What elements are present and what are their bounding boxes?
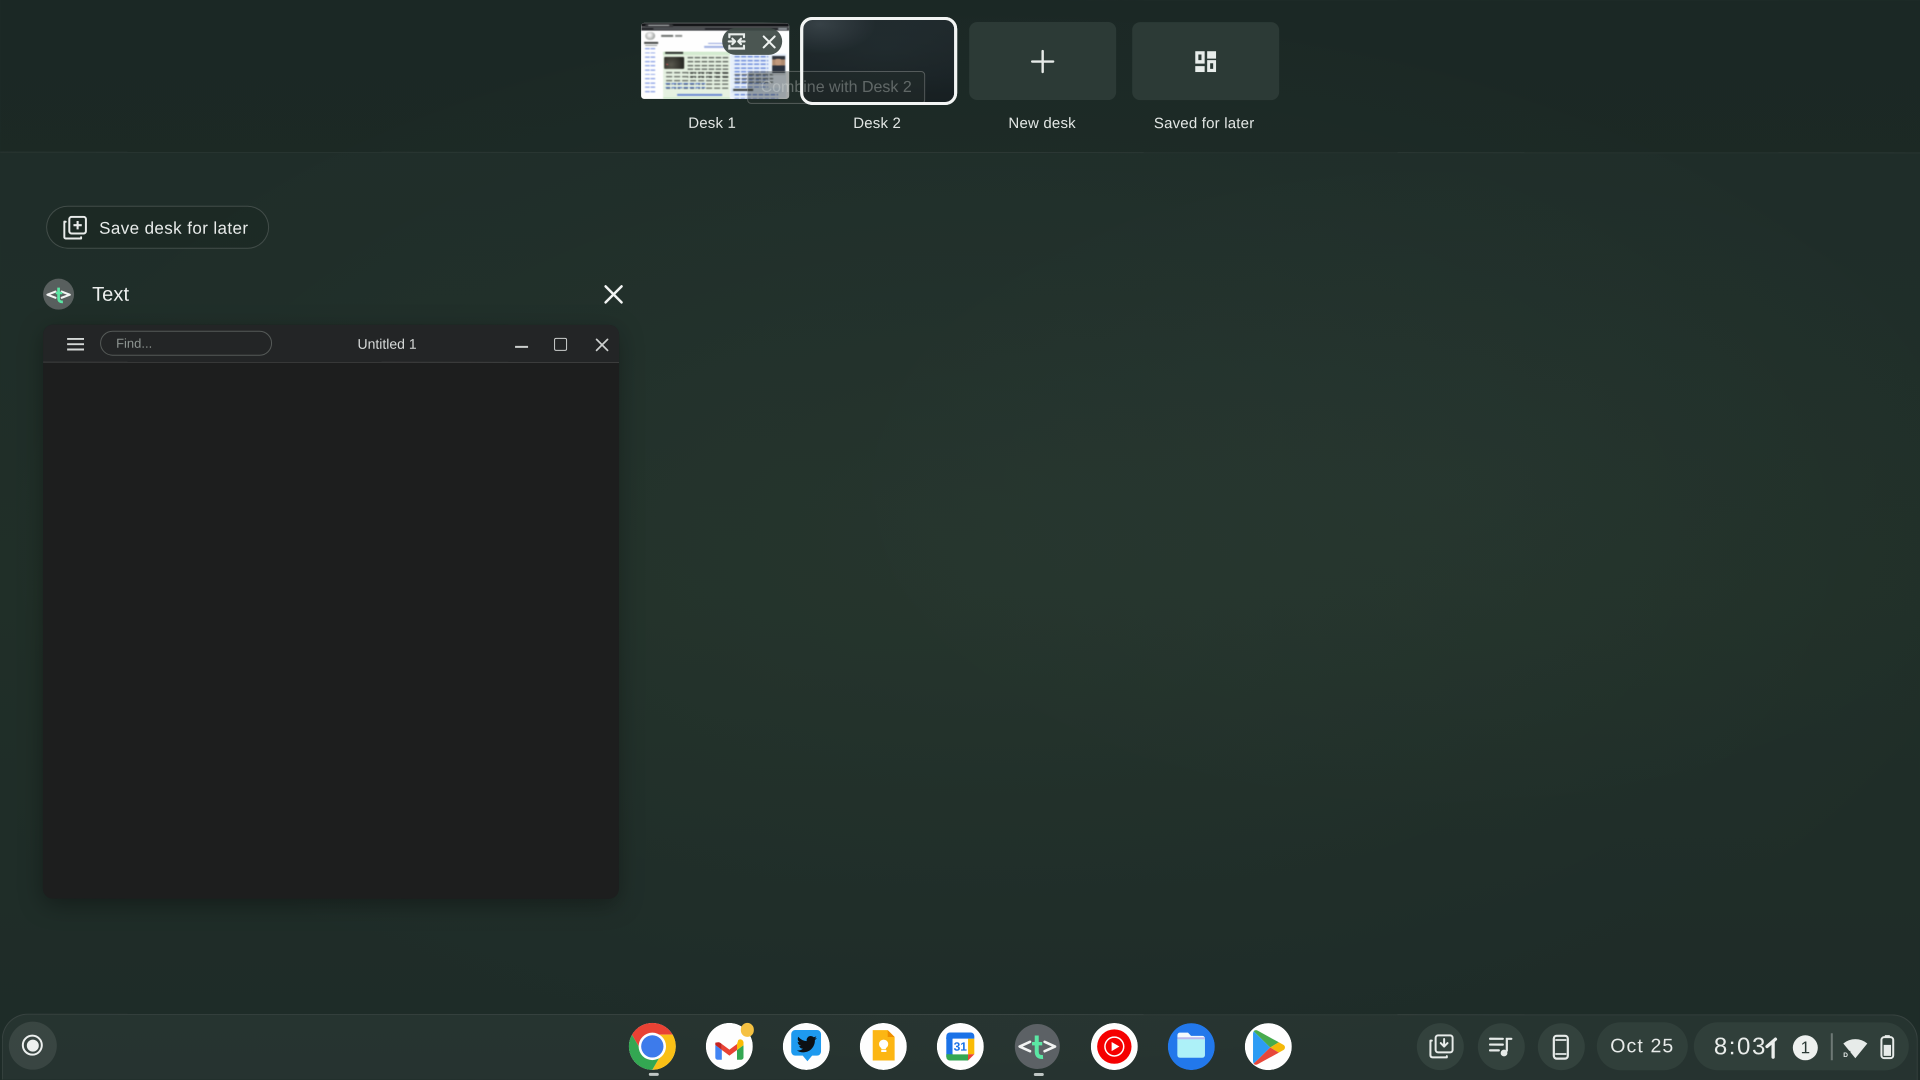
svg-text:31: 31 <box>953 1040 967 1054</box>
svg-text:D: D <box>1843 1052 1848 1059</box>
